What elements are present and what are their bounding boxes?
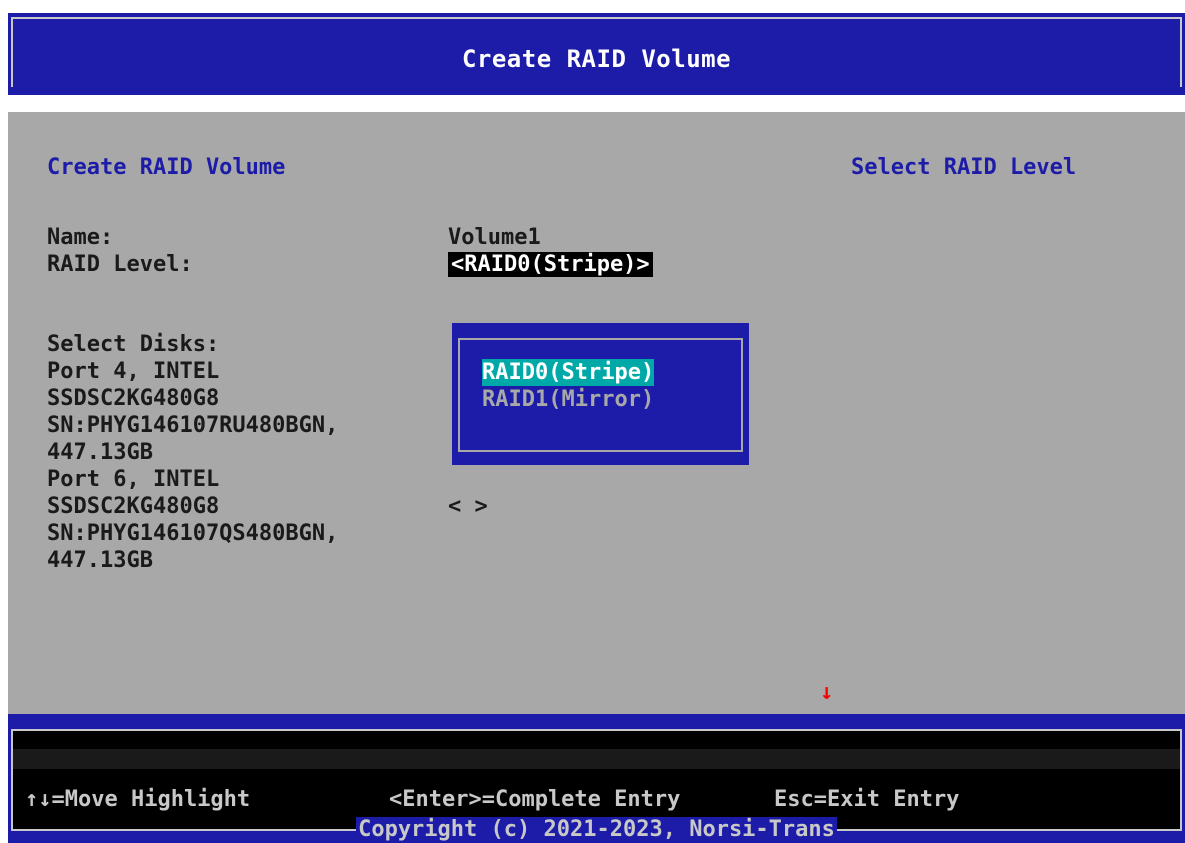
disk-2-line-3: SN:PHYG146107QS480BGN,	[47, 521, 339, 546]
raid-level-select[interactable]: <RAID0(Stripe)>	[448, 252, 653, 277]
scroll-down-arrow-icon: ↓	[820, 680, 834, 705]
raid-level-label: RAID Level:	[47, 252, 193, 277]
popup-option-raid0[interactable]: RAID0(Stripe)	[482, 359, 655, 386]
disk-2-line-2: SSDSC2KG480G8	[47, 494, 220, 519]
help-exit-entry: Esc=Exit Entry	[774, 787, 960, 812]
name-field[interactable]: Volume1	[448, 224, 541, 251]
raid-level-popup: RAID0(Stripe) RAID1(Mirror)	[452, 323, 749, 465]
disk-2-line-4: 447.13GB	[47, 548, 153, 573]
select-disks-label: Select Disks:	[47, 332, 220, 357]
popup-option-raid1[interactable]: RAID1(Mirror)	[482, 386, 654, 413]
name-label: Name:	[47, 225, 114, 250]
copyright-text: Copyright (c) 2021-2023, Norsi-Trans	[356, 817, 837, 842]
window-title: Create RAID Volume	[461, 45, 732, 73]
help-band	[13, 749, 1180, 769]
disk-1-line-2: SSDSC2KG480G8	[47, 386, 220, 411]
title-bar: Create RAID Volume	[8, 13, 1185, 95]
section-title: Create RAID Volume	[47, 155, 286, 180]
help-complete-entry: <Enter>=Complete Entry	[389, 787, 681, 812]
copyright-line: Copyright (c) 2021-2023, Norsi-Trans	[8, 817, 1185, 842]
help-move-highlight: ↑↓=Move Highlight	[25, 787, 251, 812]
disk-1-line-4: 447.13GB	[47, 440, 153, 465]
footer: ↑↓=Move Highlight <Enter>=Complete Entry…	[8, 714, 1185, 843]
disk-2-checkbox[interactable]: < >	[448, 493, 488, 520]
disk-1-line-1: Port 4, INTEL	[47, 359, 220, 384]
main-panel: Create RAID Volume Select RAID Level Nam…	[8, 112, 1185, 714]
help-text: Select RAID Level	[851, 155, 1077, 180]
footer-frame: ↑↓=Move Highlight <Enter>=Complete Entry…	[11, 729, 1182, 831]
disk-2-line-1: Port 6, INTEL	[47, 467, 220, 492]
disk-1-line-3: SN:PHYG146107RU480BGN,	[47, 413, 339, 438]
